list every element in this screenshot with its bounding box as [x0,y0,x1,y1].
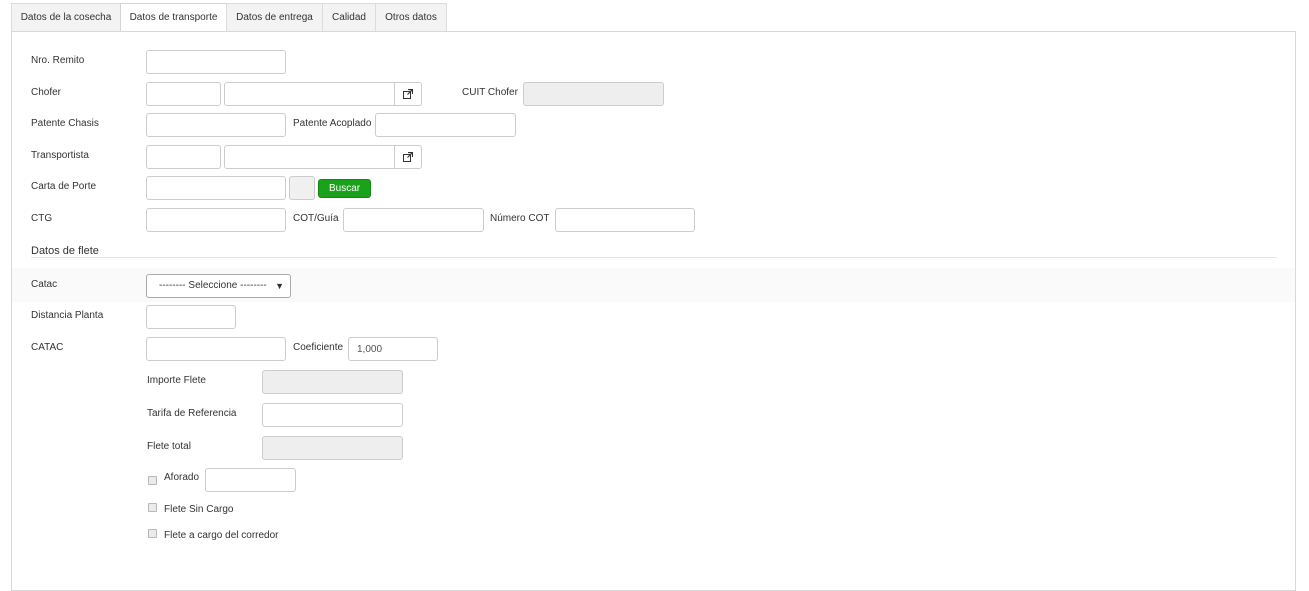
carta-porte-input[interactable] [146,176,286,200]
tarifa-referencia-input[interactable] [262,403,403,427]
external-link-icon [403,89,413,99]
chofer-code-input[interactable] [146,82,221,106]
coeficiente-input[interactable] [348,337,438,361]
catac-select[interactable]: -------- Seleccione -------- ▼ [146,274,291,298]
tab-panel: Nro. Remito Chofer CUIT Chofer Patente C… [11,31,1296,591]
transportista-open-button[interactable] [394,145,422,169]
flete-cargo-corredor-label: Flete a cargo del corredor [164,530,279,541]
patente-acoplado-label: Patente Acoplado [293,118,372,129]
catac-upper-label: CATAC [31,342,64,353]
tab-otros-datos[interactable]: Otros datos [375,3,447,31]
cuit-chofer-input [523,82,664,106]
patente-chasis-label: Patente Chasis [31,118,99,129]
patente-acoplado-input[interactable] [375,113,516,137]
flete-cargo-corredor-checkbox[interactable] [148,529,157,538]
numero-cot-label: Número COT [490,213,550,224]
cot-guia-label: COT/Guía [293,213,339,224]
tab-datos-transporte[interactable]: Datos de transporte [120,3,227,32]
aforado-label: Aforado [164,472,200,483]
importe-flete-label: Importe Flete [147,375,206,386]
buscar-button[interactable]: Buscar [318,179,372,198]
transportista-label: Transportista [31,150,89,161]
carta-porte-addon-button[interactable] [289,176,315,200]
numero-cot-input[interactable] [555,208,695,232]
external-link-icon [403,152,413,162]
catac-value-input[interactable] [146,337,286,361]
flete-sin-cargo-label: Flete Sin Cargo [164,504,234,515]
chofer-name-input[interactable] [224,82,395,106]
patente-chasis-input[interactable] [146,113,286,137]
coeficiente-label: Coeficiente [293,342,344,353]
aforado-input[interactable] [205,468,296,492]
distancia-planta-label: Distancia Planta [31,310,104,321]
importe-flete-input [262,370,403,394]
ctg-label: CTG [31,213,53,224]
cuit-chofer-label: CUIT Chofer [462,87,518,98]
tarifa-referencia-label: Tarifa de Referencia [147,408,237,419]
transportista-name-input[interactable] [224,145,395,169]
catac-selected-value: -------- Seleccione -------- [159,280,267,291]
tab-calidad[interactable]: Calidad [322,3,376,31]
chevron-down-icon: ▼ [275,281,284,291]
chofer-open-button[interactable] [394,82,422,106]
tab-datos-entrega[interactable]: Datos de entrega [226,3,323,31]
transportista-code-input[interactable] [146,145,221,169]
distancia-planta-input[interactable] [146,305,236,329]
datos-flete-title: Datos de flete [31,245,99,257]
catac-label: Catac [31,279,58,290]
section-divider [31,257,1277,258]
ctg-input[interactable] [146,208,286,232]
nro-remito-label: Nro. Remito [31,55,85,66]
tab-datos-cosecha[interactable]: Datos de la cosecha [11,3,121,31]
chofer-label: Chofer [31,87,62,98]
nro-remito-input[interactable] [146,50,286,74]
cot-guia-input[interactable] [343,208,484,232]
flete-total-label: Flete total [147,441,191,452]
aforado-checkbox[interactable] [148,476,157,485]
flete-total-input [262,436,403,460]
flete-sin-cargo-checkbox[interactable] [148,503,157,512]
carta-porte-label: Carta de Porte [31,181,97,192]
